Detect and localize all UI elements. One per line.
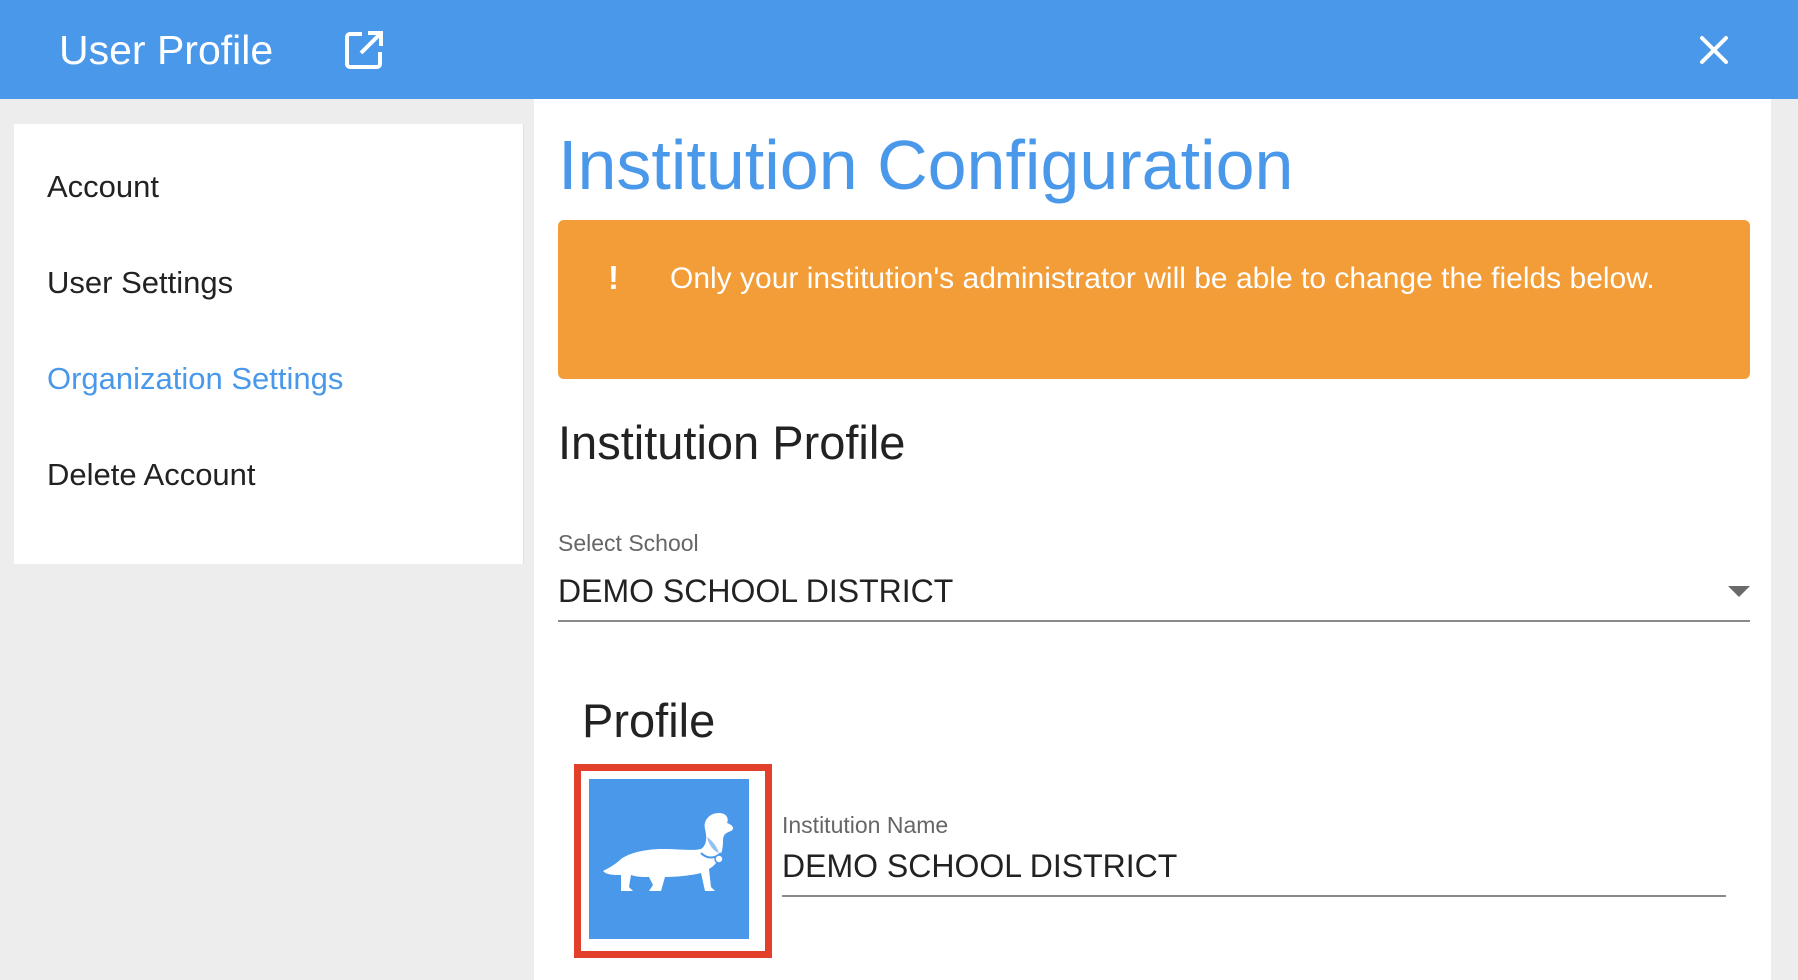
settings-sidebar: Account User Settings Organization Setti… [14,124,523,564]
sidebar-item-user-settings[interactable]: User Settings [47,263,233,303]
page-title: Institution Configuration [558,126,1294,204]
sidebar-item-account[interactable]: Account [47,167,159,207]
institution-name-field[interactable]: Institution Name DEMO SCHOOL DISTRICT [782,811,1726,897]
close-icon[interactable] [1694,30,1734,70]
main-content: Institution Configuration ! Only your in… [534,99,1771,980]
sidebar-item-delete-account[interactable]: Delete Account [47,455,256,495]
institution-logo-upload[interactable] [574,764,772,958]
window-title: User Profile [59,27,274,73]
admin-warning-alert: ! Only your institution's administrator … [558,220,1750,379]
select-school-label: Select School [558,530,699,556]
title-bar: User Profile [0,0,1798,99]
sidebar-item-organization-settings[interactable]: Organization Settings [47,359,343,399]
dachshund-dog-icon [589,779,749,939]
exclamation-icon: ! [608,259,619,296]
profile-heading: Profile [582,694,716,747]
select-school-value: DEMO SCHOOL DISTRICT [558,573,954,609]
institution-name-value: DEMO SCHOOL DISTRICT [782,848,1178,884]
institution-name-label: Institution Name [782,812,949,838]
external-link-icon[interactable] [342,28,386,72]
select-school-dropdown[interactable]: Select School DEMO SCHOOL DISTRICT [558,529,1750,622]
chevron-down-icon [1728,586,1750,597]
alert-message: Only your institution's administrator wi… [670,262,1655,295]
section-title-institution-profile: Institution Profile [558,416,906,469]
